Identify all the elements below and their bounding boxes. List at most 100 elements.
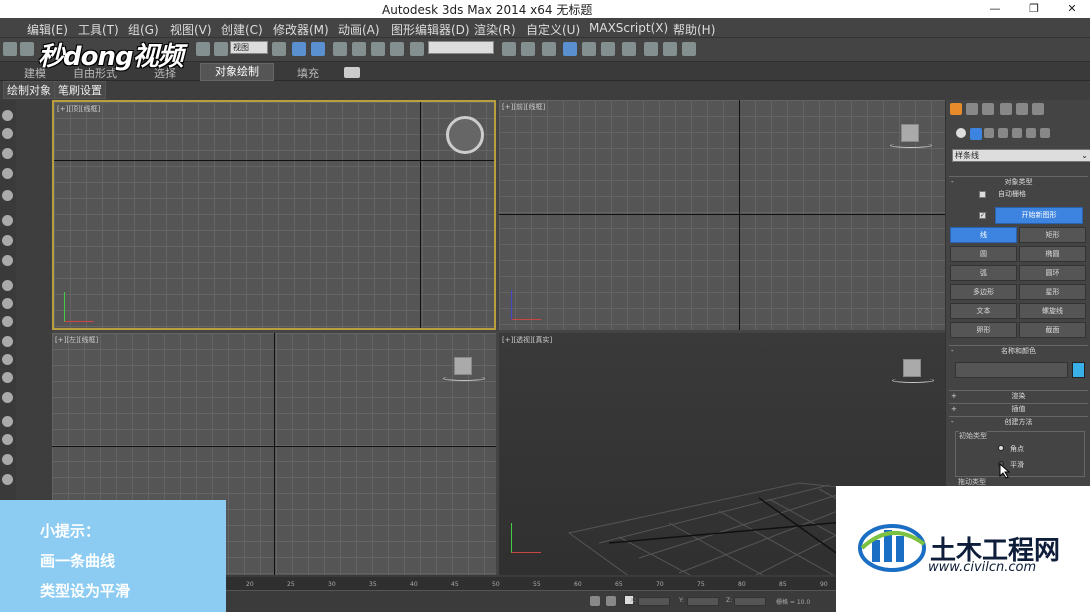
select-by-name-icon[interactable] — [214, 42, 228, 56]
tool-icon[interactable] — [2, 474, 13, 485]
viewcube-icon[interactable] — [892, 359, 934, 383]
interpolation-rollout[interactable]: + 插值 — [949, 403, 1088, 413]
menu-create[interactable]: 创建(C) — [221, 21, 263, 38]
time-slider[interactable]: 20 25 30 35 40 45 50 55 60 65 70 75 80 8… — [226, 575, 836, 612]
tool-icon[interactable] — [2, 372, 13, 383]
menu-animation[interactable]: 动画(A) — [338, 21, 380, 38]
spacewarps-icon[interactable] — [1026, 128, 1036, 138]
lock-icon[interactable] — [590, 596, 600, 606]
menu-rendering[interactable]: 渲染(R) — [474, 21, 516, 38]
shape-button-text[interactable]: 文本 — [950, 303, 1017, 319]
shape-button-star[interactable]: 星形 — [1019, 284, 1086, 300]
viewport-front[interactable]: [+][前][线框] — [499, 100, 945, 330]
tool-icon[interactable] — [2, 354, 13, 365]
motion-tab-icon[interactable] — [1000, 103, 1012, 115]
tab-populate[interactable]: 填充 — [297, 65, 319, 81]
viewcube-icon[interactable] — [890, 124, 932, 148]
menu-customize[interactable]: 自定义(U) — [526, 21, 580, 38]
shape-button-helix[interactable]: 螺旋线 — [1019, 303, 1086, 319]
object-color-swatch[interactable] — [1072, 362, 1085, 378]
shape-button-donut[interactable]: 圆环 — [1019, 265, 1086, 281]
shape-button-line[interactable]: 线 — [950, 227, 1017, 243]
rendered-frame-icon[interactable] — [663, 42, 677, 56]
graphite-toggle-icon[interactable] — [563, 42, 577, 56]
viewport-label[interactable]: [+][顶][线框] — [57, 104, 100, 114]
schematic-view-icon[interactable] — [601, 42, 615, 56]
shape-button-ellipse[interactable]: 椭圆 — [1019, 246, 1086, 262]
mirror-icon[interactable] — [502, 42, 516, 56]
tool-icon[interactable] — [2, 255, 13, 266]
auto-grid-checkbox[interactable] — [979, 191, 986, 198]
rendering-rollout[interactable]: + 渲染 — [949, 390, 1088, 400]
tool-icon[interactable] — [2, 416, 13, 427]
tool-icon[interactable] — [2, 336, 13, 347]
render-setup-icon[interactable] — [644, 42, 658, 56]
shape-button-section[interactable]: 截面 — [1019, 322, 1086, 338]
y-coord-input[interactable] — [687, 597, 719, 606]
restore-icon[interactable]: ❐ — [1024, 0, 1044, 18]
menu-maxscript[interactable]: MAXScript(X) — [589, 21, 668, 35]
create-tab-icon[interactable] — [950, 103, 962, 115]
edit-named-selection-icon[interactable] — [410, 42, 424, 56]
transform-mode-icon[interactable] — [606, 596, 616, 606]
display-tab-icon[interactable] — [1016, 103, 1028, 115]
menu-help[interactable]: 帮助(H) — [673, 21, 715, 38]
curve-editor-icon[interactable] — [582, 42, 596, 56]
tool-icon[interactable] — [2, 235, 13, 246]
start-new-shape-button[interactable]: 开始新图形 — [995, 207, 1083, 224]
shapes-icon[interactable] — [970, 128, 982, 140]
object-type-rollout[interactable]: - 对象类型 — [949, 176, 1088, 186]
render-teapot-icon[interactable] — [682, 42, 696, 56]
ribbon-options-icon[interactable] — [344, 67, 360, 78]
cameras-icon[interactable] — [998, 128, 1008, 138]
spinner-snap-icon[interactable] — [390, 42, 404, 56]
category-dropdown[interactable]: 样条线 ⌄ — [952, 149, 1090, 162]
name-color-rollout[interactable]: - 名称和颜色 — [949, 345, 1088, 355]
shape-button-circle[interactable]: 圆 — [950, 246, 1017, 262]
percent-snap-icon[interactable] — [371, 42, 385, 56]
modify-tab-icon[interactable] — [966, 103, 978, 115]
viewcube-icon[interactable] — [443, 357, 485, 381]
shape-button-arc[interactable]: 弧 — [950, 265, 1017, 281]
tool-icon[interactable] — [2, 148, 13, 159]
menu-modifiers[interactable]: 修改器(M) — [273, 21, 329, 38]
x-coord-input[interactable] — [638, 597, 670, 606]
link-icon[interactable] — [3, 42, 17, 56]
layer-manager-icon[interactable] — [542, 42, 556, 56]
viewport-label[interactable]: [+][前][线框] — [502, 102, 545, 112]
tool-icon[interactable] — [2, 190, 13, 201]
minimize-icon[interactable]: — — [985, 0, 1005, 18]
utilities-tab-icon[interactable] — [1032, 103, 1044, 115]
tool-icon[interactable] — [2, 392, 13, 403]
viewport-top[interactable]: [+][顶][线框] — [52, 100, 496, 330]
shape-button-rectangle[interactable]: 矩形 — [1019, 227, 1086, 243]
material-editor-icon[interactable] — [622, 42, 636, 56]
tool-icon[interactable] — [2, 215, 13, 226]
tool-icon[interactable] — [2, 168, 13, 179]
close-icon[interactable]: ✕ — [1062, 0, 1082, 18]
object-name-input[interactable] — [955, 362, 1068, 378]
tool-icon[interactable] — [2, 280, 13, 291]
paint-objects-button[interactable]: 绘制对象 — [3, 81, 55, 99]
reference-coord-dropdown[interactable]: 视图 — [230, 41, 268, 54]
shape-button-egg[interactable]: 卵形 — [950, 322, 1017, 338]
hierarchy-tab-icon[interactable] — [982, 103, 994, 115]
snap-3d-icon[interactable] — [333, 42, 347, 56]
tool-icon[interactable] — [2, 434, 13, 445]
tool-icon[interactable] — [2, 110, 13, 121]
angle-snap-icon[interactable] — [352, 42, 366, 56]
tool-icon[interactable] — [2, 128, 13, 139]
viewcube-icon[interactable] — [446, 116, 484, 154]
tool-icon[interactable] — [2, 298, 13, 309]
named-selection-dropdown[interactable] — [428, 41, 494, 54]
viewport-label[interactable]: [+][左][线框] — [55, 335, 98, 345]
select-rotate-icon[interactable] — [311, 42, 325, 56]
shape-button-ngon[interactable]: 多边形 — [950, 284, 1017, 300]
pivot-icon[interactable] — [272, 42, 286, 56]
lights-icon[interactable] — [984, 128, 994, 138]
corner-radio[interactable] — [998, 445, 1004, 451]
tool-icon[interactable] — [2, 454, 13, 465]
align-icon[interactable] — [521, 42, 535, 56]
creation-method-rollout[interactable]: - 创建方法 — [949, 416, 1088, 426]
systems-icon[interactable] — [1040, 128, 1050, 138]
